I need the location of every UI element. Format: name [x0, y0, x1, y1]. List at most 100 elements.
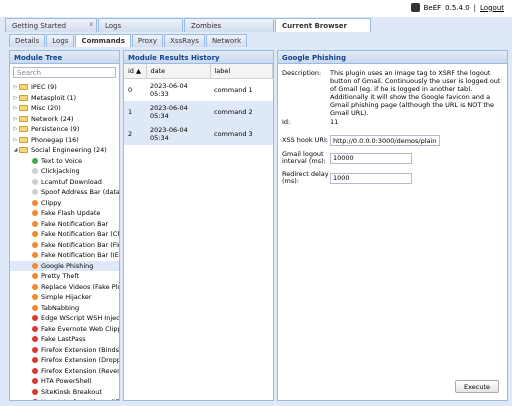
tree-module[interactable]: Spoof Address Bar (data URL): [10, 187, 119, 198]
tree-item-label: Lcamtuf Download: [41, 177, 102, 186]
module-tree: ▷ IPEC (9) ▷ Metasploit (1) ▷ Misc (20) ▷ Netwo…: [10, 82, 119, 400]
status-orange-icon: [32, 294, 38, 301]
tree-module[interactable]: TabNabbing: [10, 303, 119, 314]
tree-item-label: Spoof Address Bar (data URL): [41, 188, 119, 197]
tree-module[interactable]: Replace Videos (Fake Plugin): [10, 282, 119, 293]
tab-getting-started[interactable]: Getting Started x: [5, 18, 97, 32]
tree-module[interactable]: User Interface Abuse (IE 9/10): [10, 397, 119, 400]
row-id: 2: [124, 123, 146, 145]
collapsed-arrow-icon[interactable]: ▷: [12, 137, 19, 143]
status-red-icon: [32, 357, 38, 364]
tree-folder[interactable]: ▷ Phonegap (16): [10, 135, 119, 146]
app-version: 0.5.4.0: [445, 3, 470, 12]
tab-zombies[interactable]: Zombies: [184, 18, 274, 32]
tree-module[interactable]: Fake Flash Update: [10, 208, 119, 219]
tree-folder[interactable]: ▷ Misc (20): [10, 103, 119, 114]
tree-module[interactable]: HTA PowerShell: [10, 376, 119, 387]
tree-module[interactable]: Fake LastPass: [10, 334, 119, 345]
tree-module[interactable]: Firefox Extension (Bindshell): [10, 345, 119, 356]
collapsed-arrow-icon[interactable]: ▷: [12, 95, 19, 101]
tree-item-label: Text to Voice: [41, 156, 83, 165]
close-tab-icon[interactable]: x: [89, 21, 93, 28]
status-orange-icon: [32, 304, 38, 311]
tree-folder[interactable]: ▷ Persistence (9): [10, 124, 119, 135]
tree-item-label: HTA PowerShell: [41, 377, 92, 386]
logout-interval-input[interactable]: [330, 152, 412, 164]
tree-module[interactable]: Fake Notification Bar: [10, 219, 119, 230]
status-red-icon: [32, 367, 38, 374]
expanded-arrow-icon[interactable]: ◢: [12, 147, 19, 153]
table-row[interactable]: 1 2023-06-04 05:34 command 2: [124, 101, 273, 123]
folder-icon: [19, 105, 28, 112]
execute-button[interactable]: Execute: [455, 380, 499, 393]
status-green-icon: [32, 157, 38, 164]
subtab-proxy[interactable]: Proxy: [131, 34, 164, 47]
collapsed-arrow-icon[interactable]: ▷: [12, 126, 19, 132]
tree-module[interactable]: Firefox Extension (Dropper): [10, 355, 119, 366]
tree-module[interactable]: Fake Notification Bar (Firefox): [10, 240, 119, 251]
module-detail-panel: Google Phishing Description: This plugin…: [277, 50, 508, 401]
tree-folder[interactable]: ▷ Metasploit (1): [10, 93, 119, 104]
status-orange-icon: [32, 273, 38, 280]
description-row: Description: This plugin uses an image t…: [282, 69, 508, 117]
tree-module[interactable]: Simple Hijacker: [10, 292, 119, 303]
tree-item-label: SiteKiosk Breakout: [41, 387, 102, 396]
col-date[interactable]: date: [146, 64, 211, 79]
tree-module[interactable]: Fake Evernote Web Clipper: [10, 324, 119, 335]
tree-module[interactable]: Fake Notification Bar (Chrome): [10, 229, 119, 240]
collapsed-arrow-icon[interactable]: ▷: [12, 84, 19, 90]
tree-item-label: Firefox Extension (Bindshell): [41, 345, 119, 354]
subtab-logs[interactable]: Logs: [46, 34, 75, 47]
collapsed-arrow-icon[interactable]: ▷: [12, 116, 19, 122]
col-id[interactable]: id ▲: [124, 64, 147, 79]
row-id: 1: [124, 101, 146, 123]
sub-tab-bar: Details Logs Commands Proxy XssRays Netw…: [9, 34, 512, 47]
row-id: 0: [128, 86, 133, 94]
tab-logs[interactable]: Logs: [98, 18, 183, 32]
xss-hook-input[interactable]: [330, 135, 440, 146]
tree-item-label: Metasploit (1): [31, 93, 77, 102]
status-orange-icon: [32, 199, 38, 206]
tree-item-label: Fake LastPass: [41, 335, 86, 344]
tree-module[interactable]: Clippy: [10, 198, 119, 209]
tree-module[interactable]: Fake Notification Bar (IE): [10, 250, 119, 261]
tree-module[interactable]: Clickjacking: [10, 166, 119, 177]
folder-icon: [19, 94, 28, 101]
tree-item-label: Clippy: [41, 198, 62, 207]
redirect-delay-input[interactable]: [330, 172, 412, 184]
col-label[interactable]: label: [210, 64, 273, 79]
subtab-xssrays[interactable]: XssRays: [164, 34, 205, 47]
logout-interval-row: Gmail logout interval (ms):: [282, 151, 412, 165]
tree-module[interactable]: Edge WScript WSH Injection: [10, 313, 119, 324]
tree-item-label: User Interface Abuse (IE 9/10): [41, 398, 119, 400]
tree-folder[interactable]: ◢ Social Engineering (24): [10, 145, 119, 156]
tree-module[interactable]: Lcamtuf Download: [10, 177, 119, 188]
tab-current-browser[interactable]: Current Browser: [275, 18, 371, 32]
id-value: 11: [330, 118, 339, 126]
tree-item-label: IPEC (9): [31, 83, 57, 92]
tree-folder[interactable]: ▷ IPEC (9): [10, 82, 119, 93]
tree-module[interactable]: Firefox Extension (Reverse Shell): [10, 366, 119, 377]
tree-module[interactable]: Google Phishing: [10, 260, 119, 271]
collapsed-arrow-icon[interactable]: ▷: [12, 105, 19, 111]
row-label: command 3: [210, 123, 273, 145]
tree-folder[interactable]: ▷ Network (24): [10, 114, 119, 125]
subtab-details[interactable]: Details: [9, 34, 46, 47]
status-gray-icon: [32, 168, 38, 175]
subtab-network[interactable]: Network: [205, 34, 248, 47]
module-search-input[interactable]: Search: [13, 67, 116, 78]
table-row[interactable]: 0 2023-06-04 05:33 command 1: [124, 79, 273, 102]
status-red-icon: [32, 325, 38, 332]
logout-link[interactable]: Logout: [480, 4, 504, 12]
table-row[interactable]: 2 2023-06-04 05:34 command 3: [124, 123, 273, 145]
tree-module[interactable]: Pretty Theft: [10, 271, 119, 282]
tree-module[interactable]: Text to Voice: [10, 156, 119, 167]
tab-getting-started-label: Getting Started: [12, 22, 67, 30]
tree-item-label: Fake Notification Bar: [41, 219, 109, 228]
subtab-commands[interactable]: Commands: [75, 34, 131, 47]
tree-item-label: Misc (20): [31, 104, 61, 113]
tree-module[interactable]: SiteKiosk Breakout: [10, 387, 119, 398]
status-red-icon: [32, 346, 38, 353]
beef-logo-icon: [410, 3, 420, 12]
folder-icon: [19, 136, 28, 143]
